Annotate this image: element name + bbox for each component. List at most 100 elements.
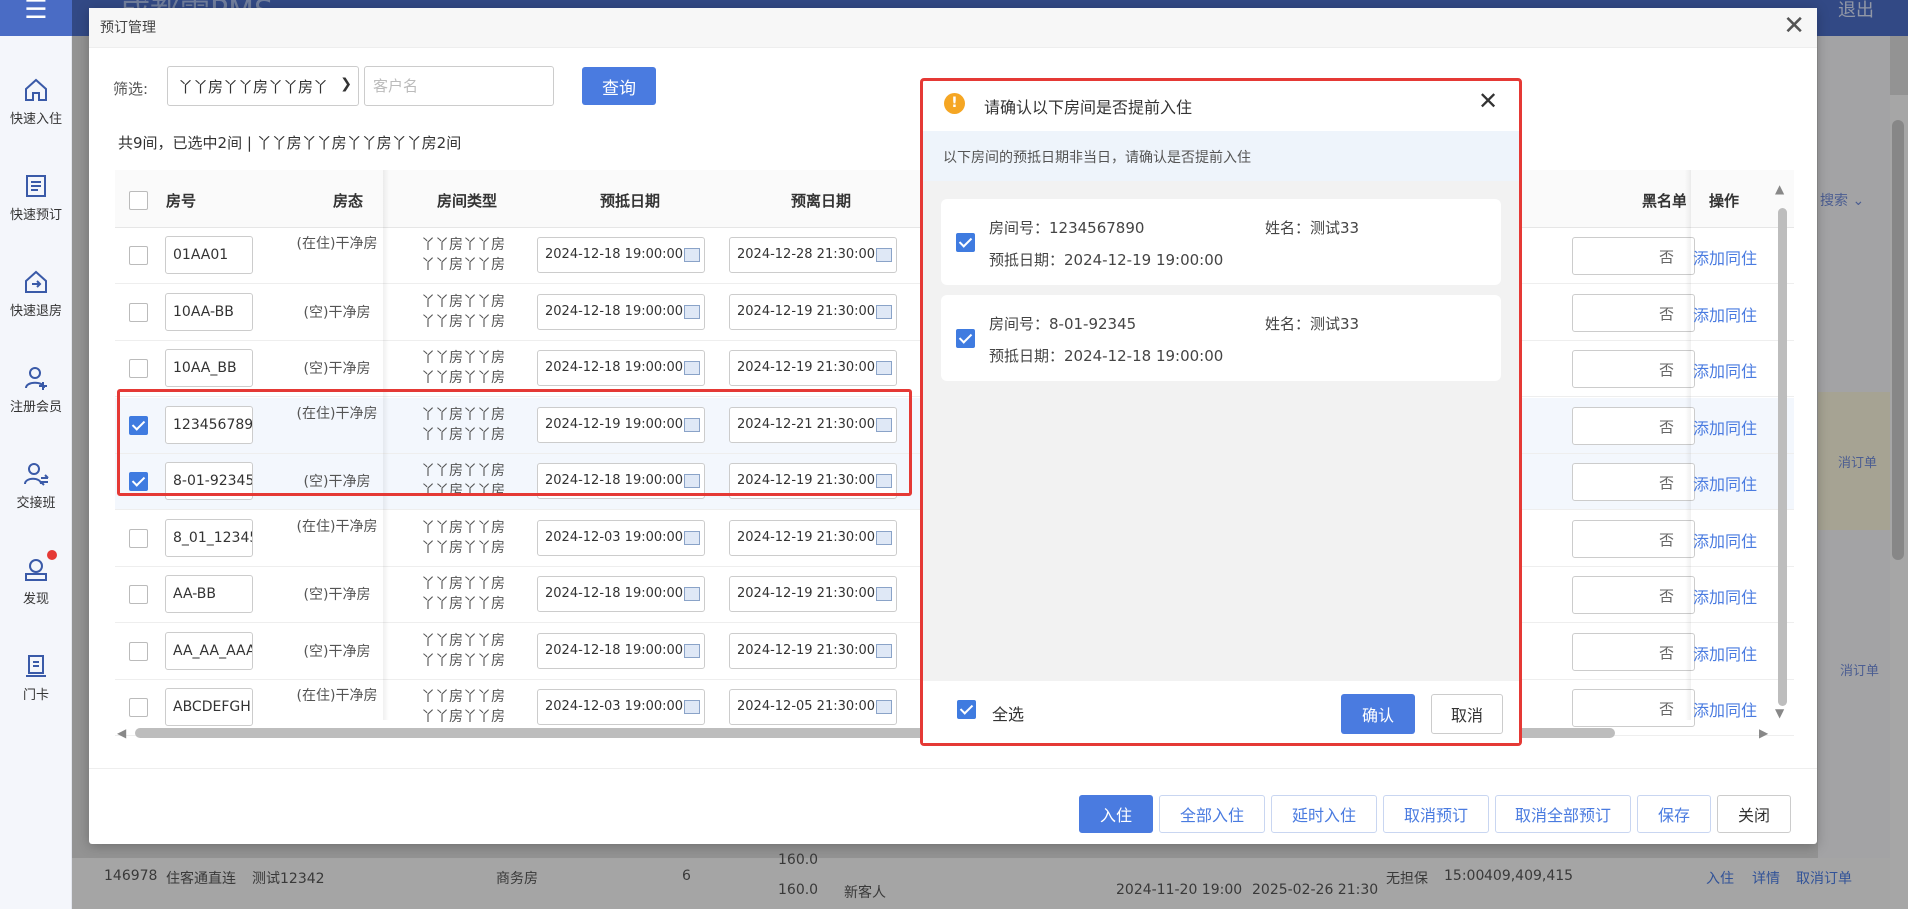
row-input-field[interactable] xyxy=(1572,633,1695,671)
depart-date-picker[interactable]: 2024-12-19 21:30:00 xyxy=(729,463,897,499)
row-input-field[interactable] xyxy=(1572,294,1695,332)
depart-date-picker[interactable]: 2024-12-19 21:30:00 xyxy=(729,350,897,386)
room-status: (在住)干净房 xyxy=(296,688,378,704)
arrive-date-picker[interactable]: 2024-12-18 19:00:00 xyxy=(537,294,705,330)
arrive-date-picker[interactable]: 2024-12-03 19:00:00 xyxy=(537,689,705,725)
sidebar-item-register-member[interactable]: 注册会员 xyxy=(0,364,72,415)
room-no-field[interactable]: 8_01_12345 xyxy=(165,519,253,557)
arrive-date-picker[interactable]: 2024-12-18 19:00:00 xyxy=(537,463,705,499)
checkin-button[interactable]: 入住 xyxy=(1079,795,1153,833)
arrive-date-picker[interactable]: 2024-12-18 19:00:00 xyxy=(537,237,705,273)
room-no-field[interactable]: 10AA_BB xyxy=(165,349,253,387)
close-button[interactable]: 关闭 xyxy=(1717,795,1791,833)
row-input-field[interactable] xyxy=(1572,237,1695,275)
select-all-rows-checkbox[interactable] xyxy=(129,191,148,210)
row-input-field[interactable] xyxy=(1572,407,1695,445)
query-button[interactable]: 查询 xyxy=(582,67,656,105)
scroll-right-icon[interactable]: ▶ xyxy=(1759,726,1768,740)
room-no-field[interactable]: 01AA01 xyxy=(165,236,253,274)
checkin-all-button[interactable]: 全部入住 xyxy=(1159,795,1265,833)
depart-date-picker[interactable]: 2024-12-19 21:30:00 xyxy=(729,294,897,330)
dialog-notice: 以下房间的预抵日期非当日，请确认是否提前入住 xyxy=(923,131,1519,181)
arrive-date-picker[interactable]: 2024-12-18 19:00:00 xyxy=(537,576,705,612)
room-no-field[interactable]: 8-01-92345 xyxy=(165,462,253,500)
room-card-checkbox[interactable] xyxy=(956,329,975,348)
sidebar-item-label: 门卡 xyxy=(22,688,49,703)
depart-date-picker[interactable]: 2024-12-28 21:30:00 xyxy=(729,237,897,273)
select-all-label[interactable]: 全选 xyxy=(992,701,1024,725)
row-input-field[interactable] xyxy=(1572,689,1695,727)
customer-name-input[interactable] xyxy=(364,66,554,106)
arrive-date-picker[interactable]: 2024-12-18 19:00:00 xyxy=(537,350,705,386)
add-cohabitant-link[interactable]: 添加同住 xyxy=(1693,528,1757,552)
room-no-field[interactable]: AA-BB xyxy=(165,575,253,613)
add-cohabitant-link[interactable]: 添加同住 xyxy=(1693,471,1757,495)
row-input-field[interactable] xyxy=(1572,350,1695,388)
blacklist-value: 否 xyxy=(1659,587,1675,605)
cancel-booking-button[interactable]: 取消预订 xyxy=(1383,795,1489,833)
sidebar-item-discover[interactable]: 发现 xyxy=(0,550,72,607)
door-card-icon xyxy=(26,655,46,677)
sidebar-item-quick-checkout[interactable]: 快速退房 xyxy=(0,268,72,319)
room-no-field[interactable]: ABCDEFGHIJ xyxy=(165,688,253,726)
add-cohabitant-link[interactable]: 添加同住 xyxy=(1693,415,1757,439)
add-cohabitant-link[interactable]: 添加同住 xyxy=(1693,584,1757,608)
row-checkbox[interactable] xyxy=(129,585,148,604)
room-no-field[interactable]: AA_AA_AAA xyxy=(165,632,253,670)
sidebar-item-quick-booking[interactable]: 快速预订 xyxy=(0,172,72,223)
cancel-button[interactable]: 取消 xyxy=(1431,694,1503,734)
scroll-down-icon[interactable]: ▼ xyxy=(1775,706,1784,720)
arrive-date-picker[interactable]: 2024-12-18 19:00:00 xyxy=(537,633,705,669)
scrollbar-thumb[interactable] xyxy=(1778,208,1787,706)
shift-change-icon xyxy=(24,463,49,486)
cancel-all-bookings-button[interactable]: 取消全部预订 xyxy=(1495,795,1631,833)
add-cohabitant-link[interactable]: 添加同住 xyxy=(1693,245,1757,269)
sidebar-item-door-card[interactable]: 门卡 xyxy=(0,652,72,703)
save-button[interactable]: 保存 xyxy=(1637,795,1711,833)
row-checkbox[interactable] xyxy=(129,642,148,661)
scroll-up-icon[interactable]: ▲ xyxy=(1775,182,1784,196)
arrive-date-picker[interactable]: 2024-12-19 19:00:00 xyxy=(537,407,705,443)
add-cohabitant-link[interactable]: 添加同住 xyxy=(1693,641,1757,665)
depart-date-picker[interactable]: 2024-12-21 21:30:00 xyxy=(729,407,897,443)
room-card[interactable]: 房间号：1234567890 姓名：测试33 预抵日期：2024-12-19 1… xyxy=(941,199,1501,285)
close-icon[interactable]: ✕ xyxy=(1783,12,1805,40)
arrive-date-picker[interactable]: 2024-12-03 19:00:00 xyxy=(537,520,705,556)
sidebar-item-quick-checkin[interactable]: 快速入住 xyxy=(0,76,72,127)
table-vertical-scrollbar[interactable]: ▲ ▼ xyxy=(1775,182,1789,720)
room-no-field[interactable]: 1234567890 xyxy=(165,406,253,444)
scroll-left-icon[interactable]: ◀ xyxy=(117,726,126,740)
room-card[interactable]: 房间号：8-01-92345 姓名：测试33 预抵日期：2024-12-18 1… xyxy=(941,295,1501,381)
depart-date-picker[interactable]: 2024-12-05 21:30:00 xyxy=(729,689,897,725)
row-input-field[interactable] xyxy=(1572,520,1695,558)
room-card-checkbox[interactable] xyxy=(956,233,975,252)
add-cohabitant-link[interactable]: 添加同住 xyxy=(1693,302,1757,326)
row-checkbox[interactable] xyxy=(129,698,148,717)
select-all-checkbox[interactable] xyxy=(957,700,976,719)
add-cohabitant-link[interactable]: 添加同住 xyxy=(1693,697,1757,721)
confirm-button[interactable]: 确认 xyxy=(1341,694,1415,734)
row-checkbox[interactable] xyxy=(129,472,148,491)
sidebar-item-shift-change[interactable]: 交接班 xyxy=(0,460,72,511)
row-input-field[interactable] xyxy=(1572,576,1695,614)
depart-date-picker[interactable]: 2024-12-19 21:30:00 xyxy=(729,633,897,669)
room-card-arrive-date: 预抵日期：2024-12-18 19:00:00 xyxy=(989,347,1224,365)
blacklist-value: 否 xyxy=(1659,700,1675,718)
row-checkbox[interactable] xyxy=(129,529,148,548)
row-checkbox[interactable] xyxy=(129,303,148,322)
room-type: 丫丫房丫丫房丫丫房丫丫房 xyxy=(421,294,505,330)
room-type-select[interactable]: 丫丫房丫丫房丫丫房丫 ❯ xyxy=(167,66,359,106)
row-input-field[interactable] xyxy=(1572,463,1695,501)
room-no-field[interactable]: 10AA-BB xyxy=(165,293,253,331)
menu-icon[interactable]: ☰ xyxy=(0,0,72,36)
add-cohabitant-link[interactable]: 添加同住 xyxy=(1693,358,1757,382)
room-type: 丫丫房丫丫房丫丫房丫丫房 xyxy=(421,237,505,273)
row-checkbox[interactable] xyxy=(129,246,148,265)
depart-date-picker[interactable]: 2024-12-19 21:30:00 xyxy=(729,520,897,556)
delayed-checkin-button[interactable]: 延时入住 xyxy=(1271,795,1377,833)
notification-dot xyxy=(47,550,57,560)
row-checkbox[interactable] xyxy=(129,359,148,378)
row-checkbox[interactable] xyxy=(129,416,148,435)
depart-date-picker[interactable]: 2024-12-19 21:30:00 xyxy=(729,576,897,612)
close-icon[interactable]: ✕ xyxy=(1478,87,1498,115)
